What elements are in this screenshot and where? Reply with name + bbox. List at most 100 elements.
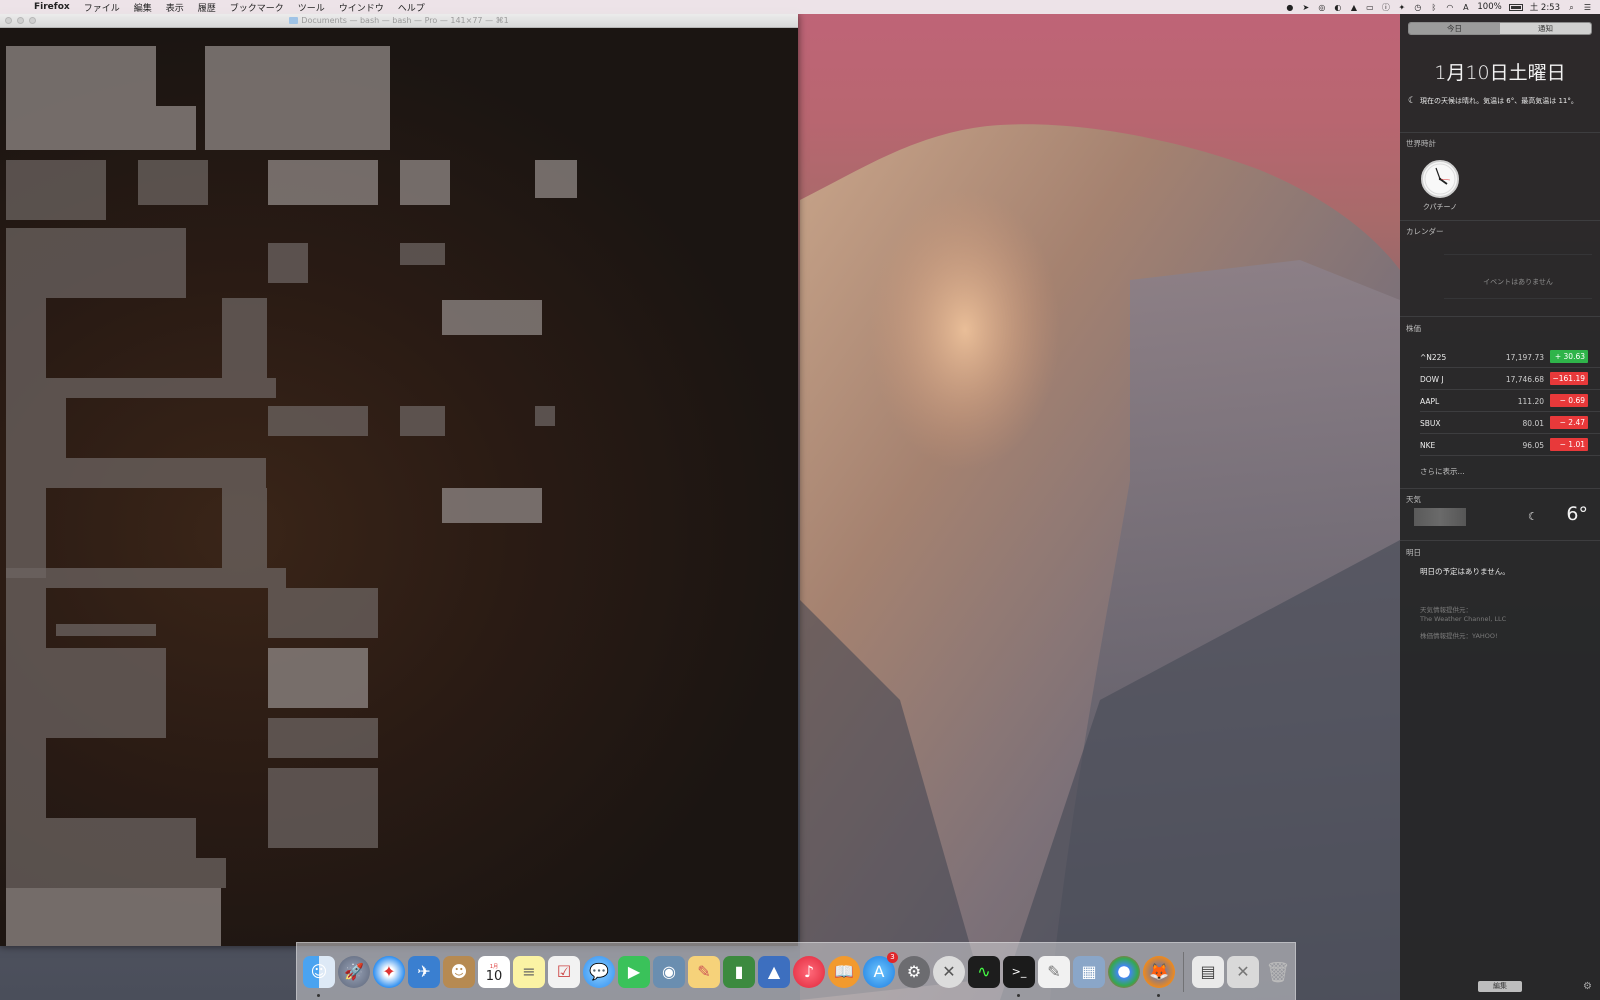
dock: ☺ 🚀 ✦ ✈ ☻ 1月 10 ≡ ☑ 💬 ▶ ◉ ✎ ▮ ▲ ♪ 📖 A3 ⚙… — [296, 942, 1296, 1000]
facetime-icon[interactable]: ▶ — [618, 955, 650, 988]
stock-row[interactable]: AAPL 111.20 − 0.69 — [1400, 390, 1600, 412]
messages-icon[interactable]: 💬 — [583, 955, 615, 988]
notification-center-icon[interactable]: ☰ — [1583, 3, 1592, 12]
document-icon[interactable]: ▤ — [1192, 955, 1224, 988]
stock-row[interactable]: SBUX 80.01 − 2.47 — [1400, 412, 1600, 434]
terminal-icon[interactable]: >_ — [1003, 955, 1035, 997]
disk-utility-icon[interactable]: ✕ — [933, 955, 965, 988]
keynote-icon[interactable]: ▲ — [758, 955, 790, 988]
analog-clock-icon[interactable] — [1421, 160, 1459, 198]
menu-tools[interactable]: ツール — [298, 1, 325, 14]
stock-change-badge[interactable]: − 1.01 — [1550, 438, 1588, 451]
calendar-icon[interactable]: 1月 10 — [478, 955, 510, 988]
menu-history[interactable]: 履歴 — [198, 1, 216, 14]
launchpad-icon[interactable]: 🚀 — [338, 955, 370, 988]
menu-file[interactable]: ファイル — [84, 1, 120, 14]
menubar-clock[interactable]: 土 2:53 — [1530, 1, 1560, 13]
obscured-text-block — [6, 588, 46, 648]
stock-price: 80.01 — [1522, 419, 1544, 428]
settings-gear-icon[interactable]: ⚙ — [1583, 981, 1592, 992]
stock-row[interactable]: DOW J 17,746.68 −161.19 — [1400, 368, 1600, 390]
window-title-text: Documents — bash — bash — Pro — 141×77 —… — [301, 16, 509, 25]
display-icon[interactable]: ▭ — [1365, 3, 1374, 12]
obscured-text-block — [6, 398, 66, 458]
edit-button[interactable]: 編集 — [1478, 981, 1522, 992]
spotlight-search-icon[interactable]: ⌕ — [1567, 3, 1576, 12]
terminal-window[interactable]: Documents — bash — bash — Pro — 141×77 —… — [0, 14, 798, 946]
activity-monitor-icon[interactable]: ∿ — [968, 955, 1000, 988]
downloads-stack-icon[interactable]: ✕ — [1227, 955, 1259, 988]
skype-icon[interactable]: ● — [1285, 3, 1294, 12]
ibooks-icon[interactable]: 📖 — [828, 955, 860, 988]
forecast-text: 現在の天候は晴れ。気温は 6°、最高気温は 11°。 — [1420, 97, 1578, 105]
obscured-text-block — [6, 818, 196, 858]
divider — [1400, 316, 1600, 317]
stock-change-badge[interactable]: − 0.69 — [1550, 394, 1588, 407]
menu-view[interactable]: 表示 — [166, 1, 184, 14]
stocks-credit-link[interactable]: 株価情報提供元：YAHOO! — [1420, 630, 1498, 640]
battery-icon[interactable] — [1508, 3, 1523, 11]
notification-bell-icon[interactable]: ▲ — [1349, 3, 1358, 12]
contacts-icon[interactable]: ☻ — [443, 955, 475, 988]
menu-window[interactable]: ウインドウ — [339, 1, 384, 14]
system-preferences-icon[interactable]: ⚙ — [898, 955, 930, 988]
stock-change-badge[interactable]: −161.19 — [1550, 372, 1588, 385]
obscured-text-block — [268, 160, 378, 205]
photo-booth-icon[interactable]: ◉ — [653, 955, 685, 988]
running-indicator — [1157, 993, 1160, 997]
tab-today[interactable]: 今日 — [1409, 23, 1500, 34]
stock-symbol: AAPL — [1420, 397, 1440, 406]
divider — [1444, 254, 1592, 255]
stock-symbol: ^N225 — [1420, 353, 1447, 362]
stock-price: 17,197.73 — [1505, 353, 1544, 362]
input-method-icon[interactable]: A — [1461, 3, 1470, 12]
textedit-icon[interactable]: ✎ — [1038, 955, 1070, 988]
menu-bookmarks[interactable]: ブックマーク — [230, 1, 284, 14]
finder-icon[interactable]: ☺ — [303, 955, 335, 997]
app-store-icon[interactable]: A3 — [863, 951, 898, 988]
calendar-no-events: イベントはありません — [1483, 278, 1553, 286]
time-machine-icon[interactable]: ◷ — [1413, 3, 1422, 12]
weather-credit-link[interactable]: The Weather Channel, LLC — [1420, 615, 1506, 623]
terminal-content[interactable] — [0, 28, 798, 946]
menu-app-name[interactable]: Firefox — [34, 2, 70, 12]
menu-help[interactable]: ヘルプ — [398, 1, 425, 14]
weather-credit-label: 天気情報提供元： — [1420, 606, 1472, 614]
notes-icon[interactable]: ≡ — [513, 955, 545, 988]
tab-notifications[interactable]: 通知 — [1500, 23, 1591, 34]
weather-city-obscured — [1414, 508, 1466, 526]
safari-icon[interactable]: ✦ — [373, 955, 405, 988]
location-icon[interactable]: ➤ — [1301, 3, 1310, 12]
stock-change-badge[interactable]: + 30.63 — [1550, 350, 1588, 363]
obscured-text-block — [6, 46, 156, 106]
menu-edit[interactable]: 編集 — [134, 1, 152, 14]
creative-cloud-icon[interactable]: ◎ — [1317, 3, 1326, 12]
firefox-icon[interactable]: 🦊 — [1143, 955, 1175, 997]
preview-icon[interactable]: ▦ — [1073, 955, 1105, 988]
chrome-icon[interactable] — [1108, 955, 1140, 988]
info-icon[interactable]: ⓘ — [1381, 3, 1390, 12]
terminal-titlebar[interactable]: Documents — bash — bash — Pro — 141×77 —… — [0, 14, 798, 28]
stock-row[interactable]: NKE 96.05 − 1.01 — [1400, 434, 1600, 456]
dropbox-icon[interactable]: ✦ — [1397, 3, 1406, 12]
sync-icon[interactable]: ◐ — [1333, 3, 1342, 12]
wifi-icon[interactable]: ◠ — [1445, 3, 1454, 12]
itunes-icon[interactable]: ♪ — [793, 955, 825, 988]
battery-percent[interactable]: 100% — [1477, 2, 1501, 12]
mail-icon[interactable]: ✈ — [408, 955, 440, 988]
obscured-text-block — [6, 488, 46, 578]
stock-change-badge[interactable]: − 2.47 — [1550, 416, 1588, 429]
stocks-show-more-link[interactable]: さらに表示... — [1420, 466, 1465, 477]
reminders-icon[interactable]: ☑ — [548, 955, 580, 988]
obscured-text-block — [205, 46, 390, 150]
trash-icon[interactable]: 🗑 — [1262, 956, 1294, 988]
divider — [1400, 540, 1600, 541]
dock-separator — [1183, 951, 1184, 992]
bluetooth-icon[interactable]: ᛒ — [1429, 3, 1438, 12]
stock-row[interactable]: ^N225 17,197.73 + 30.63 — [1400, 346, 1600, 368]
pages-icon[interactable]: ✎ — [688, 955, 720, 988]
obscured-text-block — [6, 568, 286, 588]
obscured-text-block — [535, 406, 555, 426]
numbers-icon[interactable]: ▮ — [723, 955, 755, 988]
obscured-text-block — [400, 243, 445, 265]
